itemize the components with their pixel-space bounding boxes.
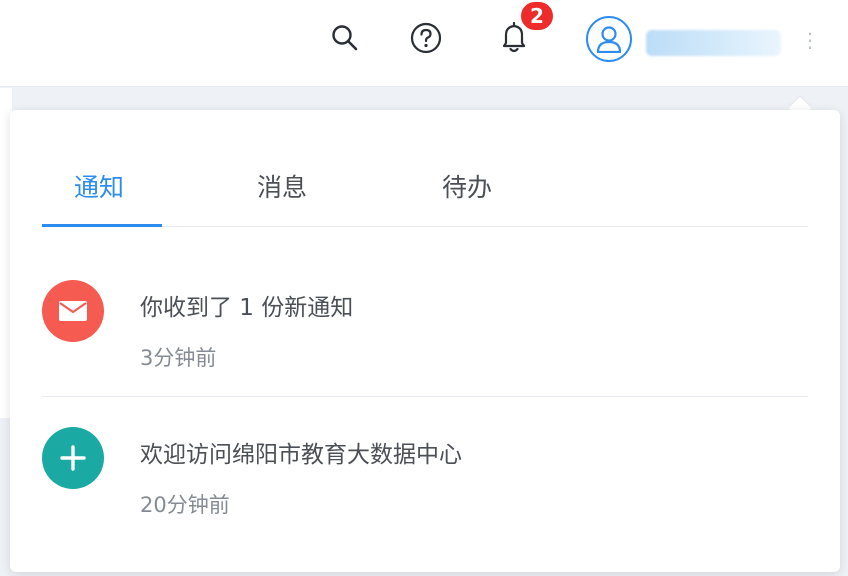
notification-title: 欢迎访问绵阳市教育大数据中心 (140, 442, 462, 468)
user-avatar[interactable] (586, 16, 632, 62)
tab-notices[interactable]: 通知 (74, 168, 124, 204)
notifications-dropdown: 通知 消息 待办 你收到了 1 份新通知 3分钟前 欢迎访问绵阳市教育大数据中心… (10, 110, 840, 572)
tab-messages[interactable]: 消息 (257, 168, 307, 204)
search-icon (332, 25, 358, 51)
notification-time: 20分钟前 (140, 493, 230, 517)
top-header: 2 ⋮ (0, 0, 848, 87)
list-item[interactable]: 欢迎访问绵阳市教育大数据中心 20分钟前 (42, 396, 808, 543)
notification-list: 你收到了 1 份新通知 3分钟前 欢迎访问绵阳市教育大数据中心 20分钟前 (42, 250, 808, 543)
notification-title: 你收到了 1 份新通知 (140, 295, 354, 321)
tab-todos[interactable]: 待办 (442, 168, 492, 204)
notification-tabs: 通知 消息 待办 (42, 154, 808, 227)
username-redacted[interactable] (646, 30, 781, 56)
help-button[interactable] (406, 18, 446, 58)
list-item[interactable]: 你收到了 1 份新通知 3分钟前 (42, 250, 808, 396)
active-tab-indicator (42, 224, 162, 227)
more-icon[interactable]: ⋮ (800, 30, 820, 50)
user-icon (596, 26, 622, 53)
plus-icon (42, 427, 104, 489)
notification-count-badge: 2 (519, 0, 555, 32)
notification-time: 3分钟前 (140, 346, 217, 370)
help-circle-icon (410, 22, 442, 54)
mail-icon (42, 280, 104, 342)
search-button[interactable] (325, 18, 365, 58)
page: 2 ⋮ 通知 消息 待办 你收到了 1 份新通知 3分钟前 欢迎访问绵阳市教育大… (0, 0, 848, 576)
